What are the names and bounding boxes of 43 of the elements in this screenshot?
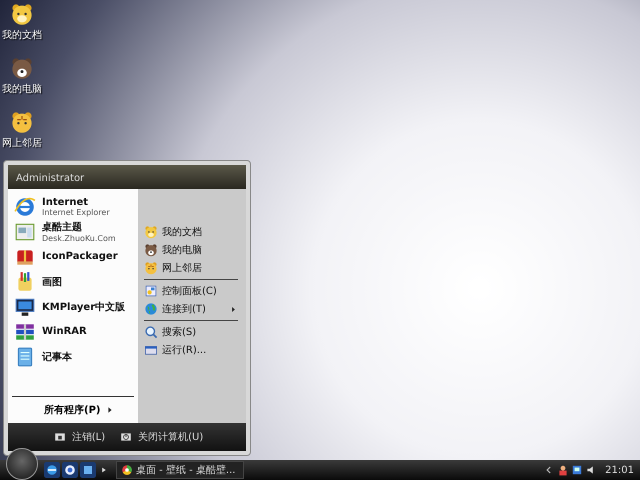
- bear-face-icon[interactable]: [10, 2, 34, 26]
- program-item[interactable]: KMPlayer中文版: [8, 295, 138, 318]
- place-item[interactable]: 搜索(S): [144, 325, 246, 339]
- all-programs-item[interactable]: 所有程序(P): [8, 397, 138, 423]
- globe-icon: [144, 302, 158, 316]
- globe-icon[interactable]: [62, 462, 78, 478]
- browser-e-icon[interactable]: [44, 462, 60, 478]
- program-item[interactable]: Internet Internet Explorer: [8, 195, 138, 218]
- bear-face-icon: [144, 225, 158, 239]
- place-item[interactable]: 控制面板(C): [144, 284, 246, 298]
- place-item[interactable]: 连接到(T): [144, 302, 246, 316]
- shut-down-button[interactable]: 关闭计算机(U): [115, 428, 206, 446]
- tiger-face-icon[interactable]: [10, 110, 34, 134]
- log-off-button[interactable]: 注销(L): [48, 428, 108, 446]
- browser-e-icon: [14, 196, 36, 218]
- arrow-right-icon: [230, 306, 237, 312]
- program-item[interactable]: 桌酷主题 Desk.ZhuoKu.Com: [8, 220, 138, 243]
- start-orb-button[interactable]: [6, 448, 38, 480]
- program-item[interactable]: 记事本: [8, 345, 138, 368]
- place-item[interactable]: 我的电脑: [144, 243, 246, 257]
- network-icon[interactable]: [571, 464, 584, 476]
- program-item[interactable]: IconPackager: [8, 245, 138, 268]
- colorful-ball-icon: [121, 464, 133, 476]
- desktop-icon-label[interactable]: 我的文档: [2, 28, 42, 42]
- desktop-icon-label[interactable]: 网上邻居: [2, 136, 42, 150]
- place-item[interactable]: 运行(R)...: [144, 343, 246, 357]
- run-window-icon: [144, 343, 158, 357]
- tiger-face-icon: [144, 261, 158, 275]
- user-name: Administrator: [8, 165, 246, 189]
- desktop-icon-label[interactable]: 我的电脑: [2, 82, 42, 96]
- magnifier-icon: [144, 325, 158, 339]
- clock[interactable]: 21:01: [605, 464, 634, 476]
- program-item[interactable]: WinRAR: [8, 320, 138, 343]
- window-icon[interactable]: [80, 462, 96, 478]
- place-item[interactable]: 我的文档: [144, 225, 246, 239]
- person-icon[interactable]: [557, 464, 570, 476]
- place-item[interactable]: 网上邻居: [144, 261, 246, 275]
- bear-face-icon[interactable]: [10, 56, 34, 80]
- control-panel-icon: [144, 284, 158, 298]
- taskbar-window-button[interactable]: 桌面 - 壁纸 - 桌酷壁...: [116, 461, 244, 479]
- bear-face-icon: [144, 243, 158, 257]
- program-item[interactable]: 画图: [8, 270, 138, 293]
- arrow-right-icon: [106, 406, 114, 414]
